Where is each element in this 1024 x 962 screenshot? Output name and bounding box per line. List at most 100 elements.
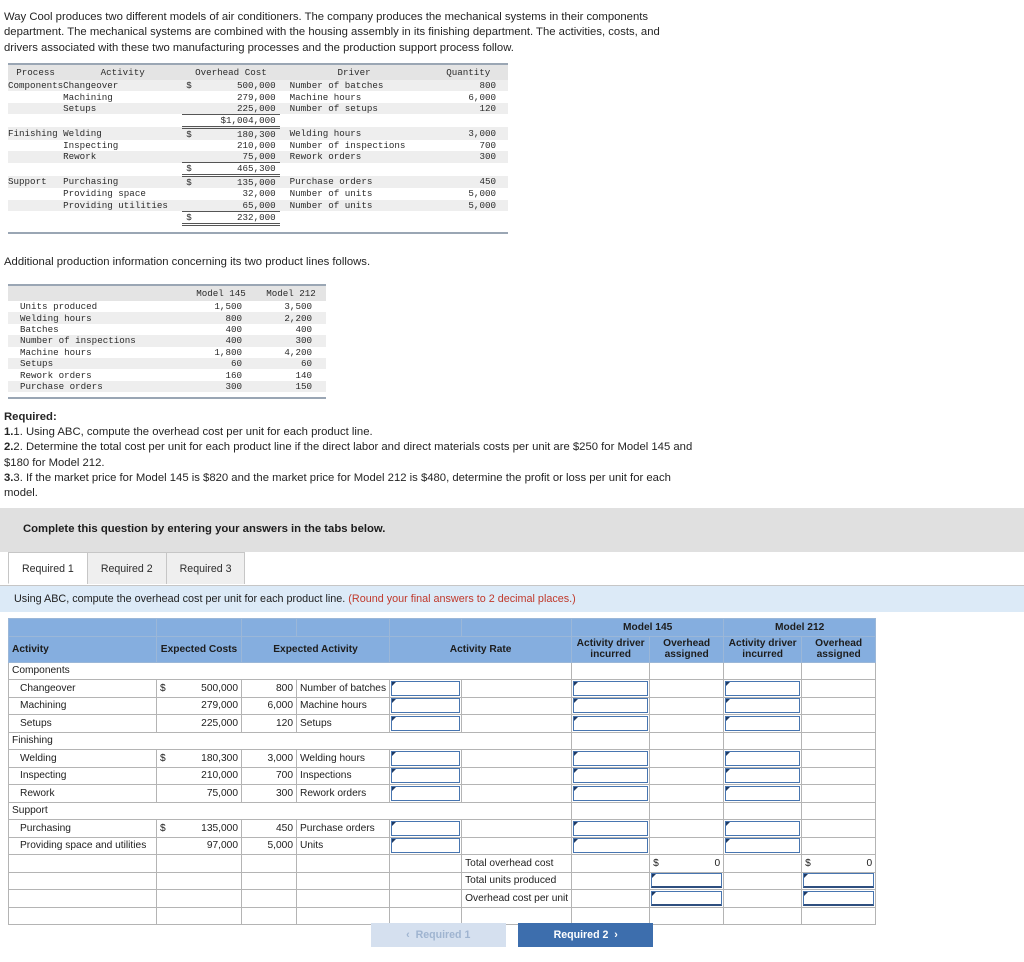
input-box[interactable] bbox=[725, 698, 801, 714]
cell-activity-name: Rework bbox=[8, 784, 157, 803]
summary-spacer-cell bbox=[295, 871, 391, 890]
input-box[interactable] bbox=[803, 890, 875, 906]
input-m145-total-units-produced[interactable] bbox=[649, 871, 725, 890]
summary-spacer-cell bbox=[241, 871, 297, 890]
input-m145-driver[interactable] bbox=[571, 766, 651, 785]
input-box[interactable] bbox=[725, 750, 801, 766]
input-activity-rate[interactable] bbox=[389, 679, 463, 698]
grid-empty-row bbox=[8, 906, 877, 925]
grid-data-row: Rework 75,000 300 Rework orders bbox=[8, 784, 877, 803]
prev-required-button[interactable]: ‹ Required 1 bbox=[370, 923, 506, 947]
input-box[interactable] bbox=[651, 873, 723, 889]
input-activity-rate[interactable] bbox=[389, 766, 463, 785]
cell-quantity: 700 bbox=[479, 139, 496, 151]
cell-activity-rate-unit bbox=[461, 836, 573, 855]
input-box[interactable] bbox=[573, 750, 649, 766]
input-box[interactable] bbox=[573, 715, 649, 731]
cell-model-212: 140 bbox=[295, 369, 312, 381]
input-m212-total-units-produced[interactable] bbox=[801, 871, 877, 890]
input-box[interactable] bbox=[391, 680, 461, 696]
input-m145-driver[interactable] bbox=[571, 714, 651, 733]
cell-model-212: 4,200 bbox=[284, 346, 312, 358]
cell-driver-name: Welding hours bbox=[295, 749, 391, 768]
input-m145-driver[interactable] bbox=[571, 749, 651, 768]
input-m212-driver[interactable] bbox=[723, 749, 803, 768]
input-box[interactable] bbox=[573, 820, 649, 836]
input-activity-rate[interactable] bbox=[389, 836, 463, 855]
input-box[interactable] bbox=[391, 715, 461, 731]
input-m145-driver[interactable] bbox=[571, 819, 651, 838]
col-process: Process bbox=[8, 64, 64, 80]
problem-intro-text: Way Cool produces two different models o… bbox=[4, 11, 660, 54]
input-box[interactable] bbox=[391, 820, 461, 836]
input-box[interactable] bbox=[651, 890, 723, 906]
required-item-1-text: 1. Using ABC, compute the overhead cost … bbox=[13, 426, 373, 439]
input-box[interactable] bbox=[391, 838, 461, 854]
input-activity-rate[interactable] bbox=[389, 749, 463, 768]
input-box[interactable] bbox=[391, 785, 461, 801]
cell-driver bbox=[280, 114, 429, 127]
tab-required-2[interactable]: Required 2 bbox=[86, 552, 167, 584]
empty-cell bbox=[461, 906, 573, 925]
input-activity-rate[interactable] bbox=[389, 714, 463, 733]
cell-activity-name: Welding bbox=[8, 749, 157, 768]
cell-driver-name: Machine hours bbox=[295, 696, 391, 715]
input-box[interactable] bbox=[573, 680, 649, 696]
next-required-button[interactable]: Required 2 › bbox=[518, 923, 654, 947]
tab-required-3[interactable]: Required 3 bbox=[165, 552, 246, 584]
input-box[interactable] bbox=[725, 820, 801, 836]
cell-m212-overhead bbox=[801, 836, 877, 855]
section-spacer-cell bbox=[649, 801, 725, 820]
input-m145-driver[interactable] bbox=[571, 696, 651, 715]
input-m212-driver[interactable] bbox=[723, 766, 803, 785]
tab-required-1[interactable]: Required 1 bbox=[8, 552, 88, 584]
input-activity-rate[interactable] bbox=[389, 819, 463, 838]
empty-cell bbox=[295, 906, 391, 925]
col-m212-activity-driver: Activity driver incurred bbox=[723, 635, 803, 663]
input-m212-driver[interactable] bbox=[723, 784, 803, 803]
input-m212-driver[interactable] bbox=[723, 714, 803, 733]
input-m212-driver[interactable] bbox=[723, 696, 803, 715]
input-box[interactable] bbox=[573, 838, 649, 854]
group-header-model-145: Model 145 bbox=[571, 618, 725, 637]
input-box[interactable] bbox=[725, 838, 801, 854]
input-box[interactable] bbox=[573, 768, 649, 784]
col-activity-rate: Activity Rate bbox=[389, 635, 573, 663]
input-m145-driver[interactable] bbox=[571, 679, 651, 698]
input-box[interactable] bbox=[725, 785, 801, 801]
cell-process bbox=[8, 163, 63, 176]
input-box[interactable] bbox=[573, 785, 649, 801]
input-m145-driver[interactable] bbox=[571, 836, 651, 855]
input-m145-driver[interactable] bbox=[571, 784, 651, 803]
input-m145-overhead-cost-per-unit[interactable] bbox=[649, 889, 725, 908]
grid-data-row: Purchasing $135,000 450 Purchase orders bbox=[8, 819, 877, 838]
cell-quantity: 6,000 bbox=[468, 91, 496, 103]
input-box[interactable] bbox=[391, 768, 461, 784]
cell-overhead-cost: 225,000 bbox=[182, 102, 280, 115]
input-activity-rate[interactable] bbox=[389, 784, 463, 803]
grid-summary-row: Overhead cost per unit bbox=[8, 889, 877, 908]
grid-column-header-row: Activity Expected Costs Expected Activity A… bbox=[8, 635, 877, 663]
summary-label: Total overhead cost bbox=[461, 854, 573, 873]
col-m212-overhead-assigned: Overhead assigned bbox=[801, 635, 877, 663]
input-m212-driver[interactable] bbox=[723, 819, 803, 838]
cell-driver: Number of setups bbox=[289, 103, 378, 115]
summary-spacer-cell bbox=[389, 854, 463, 873]
input-box[interactable] bbox=[725, 715, 801, 731]
input-box[interactable] bbox=[725, 768, 801, 784]
cell-activity: Machining bbox=[63, 91, 113, 103]
input-m212-overhead-cost-per-unit[interactable] bbox=[801, 889, 877, 908]
input-m212-driver[interactable] bbox=[723, 679, 803, 698]
input-box[interactable] bbox=[803, 873, 875, 889]
cell-m145-overhead bbox=[649, 679, 725, 698]
input-box[interactable] bbox=[573, 698, 649, 714]
input-m212-driver[interactable] bbox=[723, 836, 803, 855]
input-box[interactable] bbox=[725, 680, 801, 696]
input-activity-rate[interactable] bbox=[389, 696, 463, 715]
required-block: Required: 1.1. Using ABC, compute the ov… bbox=[4, 410, 704, 501]
table-row: Support Purchasing $135,000 Purchase orders… bbox=[8, 175, 508, 189]
cell-model-145: 60 bbox=[230, 358, 242, 370]
input-box[interactable] bbox=[391, 750, 461, 766]
cell-driver: Purchase orders bbox=[289, 176, 373, 188]
input-box[interactable] bbox=[391, 698, 461, 714]
